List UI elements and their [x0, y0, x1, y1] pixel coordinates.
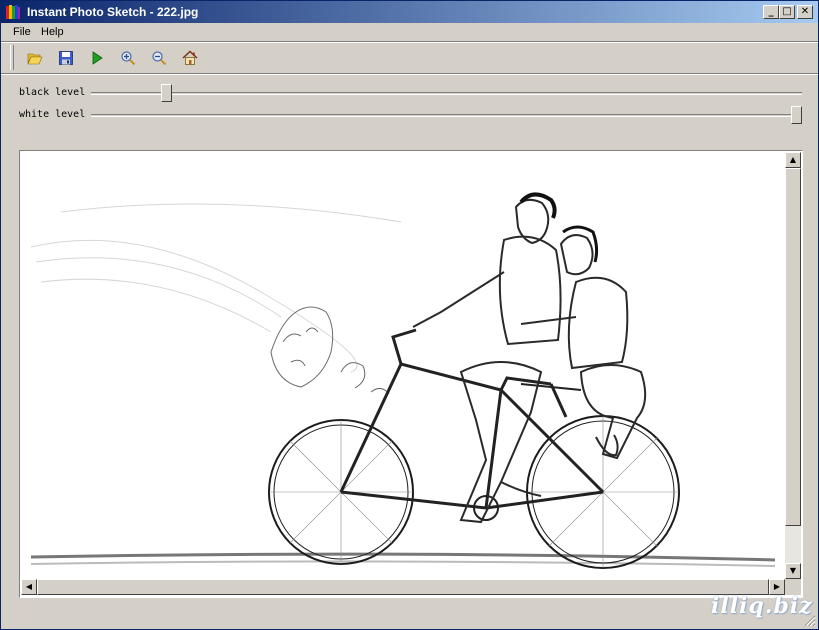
zoom-out-icon: [152, 51, 167, 66]
home-button[interactable]: [178, 47, 202, 69]
white-level-label: white level: [19, 109, 86, 120]
menu-bar: File Help: [1, 23, 818, 41]
play-icon: [92, 51, 103, 65]
vertical-scrollbar[interactable]: ▲ ▼: [785, 152, 801, 579]
close-button[interactable]: ✕: [797, 5, 813, 19]
save-button[interactable]: [54, 47, 78, 69]
menu-help[interactable]: Help: [41, 26, 64, 38]
image-viewport[interactable]: ▲ ▼ ◀ ▶: [19, 150, 803, 598]
watermark: illiq.biz: [711, 593, 813, 619]
home-icon: [182, 50, 198, 65]
save-icon: [59, 51, 73, 65]
toolbar: [1, 43, 818, 73]
maximize-button[interactable]: □: [779, 5, 795, 19]
resize-grip-icon[interactable]: [802, 613, 816, 627]
menu-file[interactable]: File: [13, 26, 31, 38]
vertical-scroll-thumb[interactable]: [785, 168, 801, 526]
horizontal-scrollbar[interactable]: ◀ ▶: [21, 579, 785, 595]
black-level-slider-thumb[interactable]: [161, 84, 172, 102]
run-button[interactable]: [85, 47, 109, 69]
scroll-left-button[interactable]: ◀: [21, 579, 37, 595]
sketch-image: [21, 152, 785, 579]
black-level-label: black level: [19, 87, 86, 98]
open-button[interactable]: [23, 47, 47, 69]
window-title: Instant Photo Sketch - 222.jpg: [27, 5, 199, 19]
app-icon: [6, 5, 20, 19]
title-bar[interactable]: Instant Photo Sketch - 222.jpg _ □ ✕: [1, 1, 818, 23]
white-level-slider-thumb[interactable]: [791, 106, 802, 124]
scroll-up-button[interactable]: ▲: [785, 152, 801, 168]
zoom-out-button[interactable]: [147, 47, 171, 69]
app-window: Instant Photo Sketch - 222.jpg _ □ ✕ Fil…: [0, 0, 819, 630]
minimize-button[interactable]: _: [763, 5, 779, 19]
horizontal-scroll-thumb[interactable]: [37, 579, 769, 595]
toolbar-separator: [1, 73, 818, 75]
sketch-drawing: [30, 192, 776, 569]
black-level-track[interactable]: [91, 92, 802, 95]
zoom-in-button[interactable]: [116, 47, 140, 69]
open-folder-icon: [27, 53, 43, 65]
zoom-in-icon: [121, 51, 136, 66]
scroll-down-button[interactable]: ▼: [785, 563, 801, 579]
toolbar-grip[interactable]: [10, 45, 14, 70]
white-level-track[interactable]: [91, 114, 802, 117]
